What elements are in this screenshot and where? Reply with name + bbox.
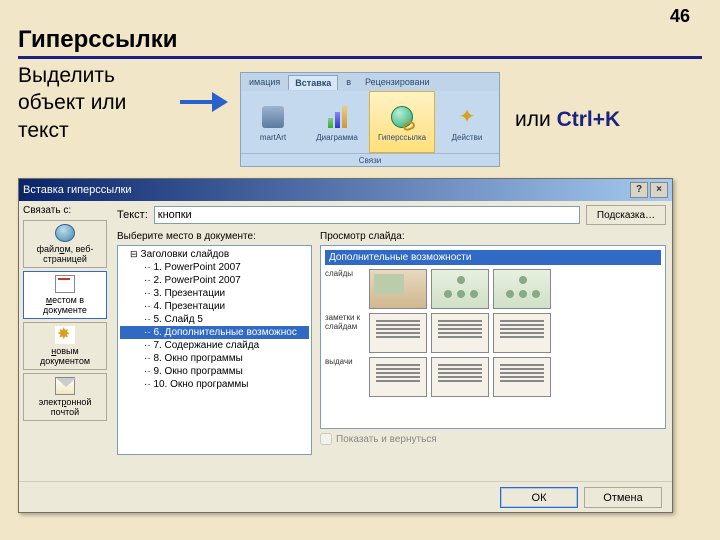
ribbon-tab-active[interactable]: Вставка bbox=[288, 75, 338, 90]
show-return-checkbox bbox=[320, 433, 332, 445]
tree-item[interactable]: ·· 5. Слайд 5 bbox=[120, 313, 309, 326]
link-sidebar: Связать с: файлом, веб-страницей местом … bbox=[19, 201, 111, 481]
star-icon: ✦ bbox=[459, 104, 476, 129]
sidebar-new-doc[interactable]: новымдокументом bbox=[23, 322, 107, 370]
text-label: Текст: bbox=[117, 209, 148, 221]
cancel-button[interactable]: Отмена bbox=[584, 487, 662, 508]
slide-preview: Дополнительные возможности слайды заметк… bbox=[320, 245, 666, 429]
hint-button[interactable]: Подсказка… bbox=[586, 205, 666, 225]
thumbnail-icon bbox=[431, 269, 489, 309]
pv-handouts-label: выдачи bbox=[325, 357, 365, 397]
ribbon-action[interactable]: ✦ Действи bbox=[435, 91, 499, 153]
page-title: Гиперссылки bbox=[18, 26, 177, 54]
ribbon-hyperlink[interactable]: Гиперссылка bbox=[369, 91, 435, 153]
preview-label: Просмотр слайда: bbox=[320, 231, 666, 242]
pv-slides-label: слайды bbox=[325, 269, 365, 309]
dialog-title: Вставка гиперссылки bbox=[23, 184, 628, 196]
ribbon-tab[interactable]: Рецензировани bbox=[359, 75, 436, 89]
doc-icon bbox=[55, 275, 75, 293]
tree-item[interactable]: ·· 6. Дополнительные возможнос bbox=[120, 326, 309, 339]
slide-tree[interactable]: Заголовки слайдов·· 1. PowerPoint 2007··… bbox=[117, 245, 312, 455]
thumbnail-icon bbox=[369, 357, 427, 397]
preview-title: Дополнительные возможности bbox=[325, 250, 661, 265]
title-underline bbox=[18, 56, 702, 59]
ribbon-tab[interactable]: имация bbox=[243, 75, 286, 89]
chart-icon bbox=[328, 106, 347, 128]
thumbnail-icon bbox=[493, 269, 551, 309]
ribbon-chart[interactable]: Диаграмма bbox=[305, 91, 369, 153]
ok-button[interactable]: ОК bbox=[500, 487, 578, 508]
tree-item[interactable]: ·· 8. Окно программы bbox=[120, 352, 309, 365]
smartart-icon bbox=[262, 106, 284, 128]
thumbnail-icon bbox=[369, 313, 427, 353]
ribbon-tab[interactable]: в bbox=[340, 75, 357, 89]
help-button[interactable]: ? bbox=[630, 182, 648, 198]
page-number: 46 bbox=[670, 6, 690, 27]
sidebar-email[interactable]: электроннойпочтой bbox=[23, 373, 107, 421]
pv-notes-label: заметки к слайдам bbox=[325, 313, 365, 353]
tree-item[interactable]: ·· 3. Презентации bbox=[120, 287, 309, 300]
sidebar-file-web[interactable]: файлом, веб-страницей bbox=[23, 220, 107, 268]
shortcut-text: или Ctrl+K bbox=[515, 108, 620, 132]
close-button[interactable]: × bbox=[650, 182, 668, 198]
thumbnail-icon bbox=[431, 357, 489, 397]
ribbon: имация Вставка в Рецензировани martArt Д… bbox=[240, 72, 500, 167]
tree-item[interactable]: ·· 1. PowerPoint 2007 bbox=[120, 261, 309, 274]
tree-item[interactable]: ·· 9. Окно программы bbox=[120, 365, 309, 378]
checkbox-label: Показать и вернуться bbox=[336, 434, 437, 445]
mail-icon bbox=[55, 377, 75, 395]
tree-item[interactable]: ·· 4. Презентации bbox=[120, 300, 309, 313]
text-input[interactable] bbox=[154, 206, 580, 224]
web-icon bbox=[55, 224, 75, 242]
instruction-text: Выделитьобъект илитекст bbox=[18, 62, 126, 144]
tree-item[interactable]: ·· 10. Окно программы bbox=[120, 378, 309, 391]
thumbnail-icon bbox=[431, 313, 489, 353]
link-to-label: Связать с: bbox=[23, 205, 107, 216]
ribbon-smartart[interactable]: martArt bbox=[241, 91, 305, 153]
tree-label: Выберите место в документе: bbox=[117, 231, 312, 242]
thumbnail-icon bbox=[369, 269, 427, 309]
tree-item[interactable]: ·· 7. Содержание слайда bbox=[120, 339, 309, 352]
ribbon-tabs: имация Вставка в Рецензировани bbox=[241, 73, 499, 91]
new-icon bbox=[55, 326, 75, 344]
hyperlink-dialog: Вставка гиперссылки ? × Связать с: файло… bbox=[18, 178, 673, 513]
thumbnail-icon bbox=[493, 313, 551, 353]
sidebar-place-in-doc[interactable]: местом вдокументе bbox=[23, 271, 107, 319]
dialog-titlebar: Вставка гиперссылки ? × bbox=[19, 179, 672, 201]
globe-icon bbox=[391, 106, 413, 128]
tree-item[interactable]: ·· 2. PowerPoint 2007 bbox=[120, 274, 309, 287]
arrow-icon bbox=[180, 92, 230, 112]
ribbon-group-label: Связи bbox=[241, 153, 499, 167]
thumbnail-icon bbox=[493, 357, 551, 397]
